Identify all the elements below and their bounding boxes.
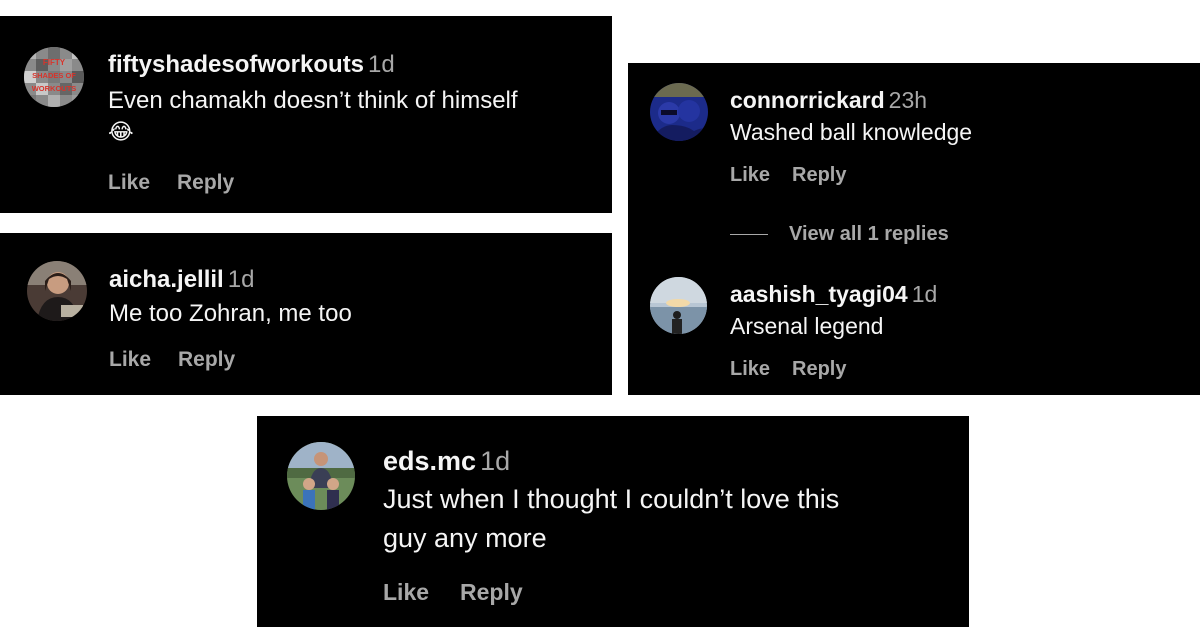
avatar[interactable]: FIFTY SHADES OF WORKOUTS: [24, 47, 84, 107]
reply-button[interactable]: Reply: [792, 358, 846, 381]
avatar-logo-line-2: SHADES OF: [32, 71, 76, 80]
comment-card-3: connorrickard 23h Washed ball knowledge L…: [628, 63, 1200, 395]
comment-text-line-1: Me too Zohran, me too: [109, 300, 352, 327]
comment-timestamp: 1d: [911, 281, 938, 307]
comment-username[interactable]: aicha.jellil 1d: [109, 266, 254, 294]
avatar[interactable]: [27, 261, 87, 321]
username-text[interactable]: aashish_tyagi04: [730, 281, 908, 307]
like-button[interactable]: Like: [730, 358, 770, 381]
comment-text-line-1: Arsenal legend: [730, 313, 884, 339]
username-text[interactable]: connorrickard: [730, 87, 885, 113]
comment-emoji: 😂: [108, 119, 134, 144]
comment-timestamp: 1d: [227, 266, 255, 293]
avatar[interactable]: [650, 83, 708, 141]
avatar-logo-line-3: WORKOUTS: [32, 84, 77, 93]
comment-timestamp: 1d: [368, 51, 395, 78]
comment-username[interactable]: fiftyshadesofworkouts 1d: [108, 51, 395, 79]
avatar-logo-line-1: FIFTY: [43, 58, 66, 67]
comment-text-line-2: guy any more: [383, 523, 547, 553]
reply-button[interactable]: Reply: [460, 579, 523, 606]
comment-username[interactable]: eds.mc 1d: [383, 446, 510, 477]
comment-card-4: eds.mc 1d Just when I thought I couldn’t …: [257, 416, 969, 627]
comment-text-line-1: Even chamakh doesn’t think of himself: [108, 87, 518, 114]
comment-username[interactable]: aashish_tyagi04 1d: [730, 281, 937, 308]
username-text[interactable]: aicha.jellil: [109, 266, 224, 293]
reply-button[interactable]: Reply: [178, 348, 235, 372]
comment-card-1: FIFTY SHADES OF WORKOUTS fiftyshadesofwo…: [0, 16, 612, 213]
like-button[interactable]: Like: [383, 579, 429, 606]
comment-text-line-1: Washed ball knowledge: [730, 119, 973, 145]
comment-card-2: aicha.jellil 1d Me too Zohran, me too Lik…: [0, 233, 612, 395]
username-text[interactable]: eds.mc: [383, 446, 476, 476]
comment-username[interactable]: connorrickard 23h: [730, 87, 927, 114]
like-button[interactable]: Like: [108, 171, 150, 195]
comment-text-line-1: Just when I thought I couldn’t love this: [383, 484, 840, 514]
view-replies-button[interactable]: View all 1 replies: [789, 223, 949, 246]
like-button[interactable]: Like: [109, 348, 151, 372]
username-text[interactable]: fiftyshadesofworkouts: [108, 51, 364, 78]
avatar[interactable]: [287, 442, 355, 510]
comment-timestamp: 1d: [480, 446, 511, 476]
avatar[interactable]: [650, 277, 707, 334]
view-replies-divider: [730, 234, 768, 235]
reply-button[interactable]: Reply: [177, 171, 234, 195]
like-button[interactable]: Like: [730, 164, 770, 187]
comment-timestamp: 23h: [888, 87, 928, 113]
reply-button[interactable]: Reply: [792, 164, 846, 187]
